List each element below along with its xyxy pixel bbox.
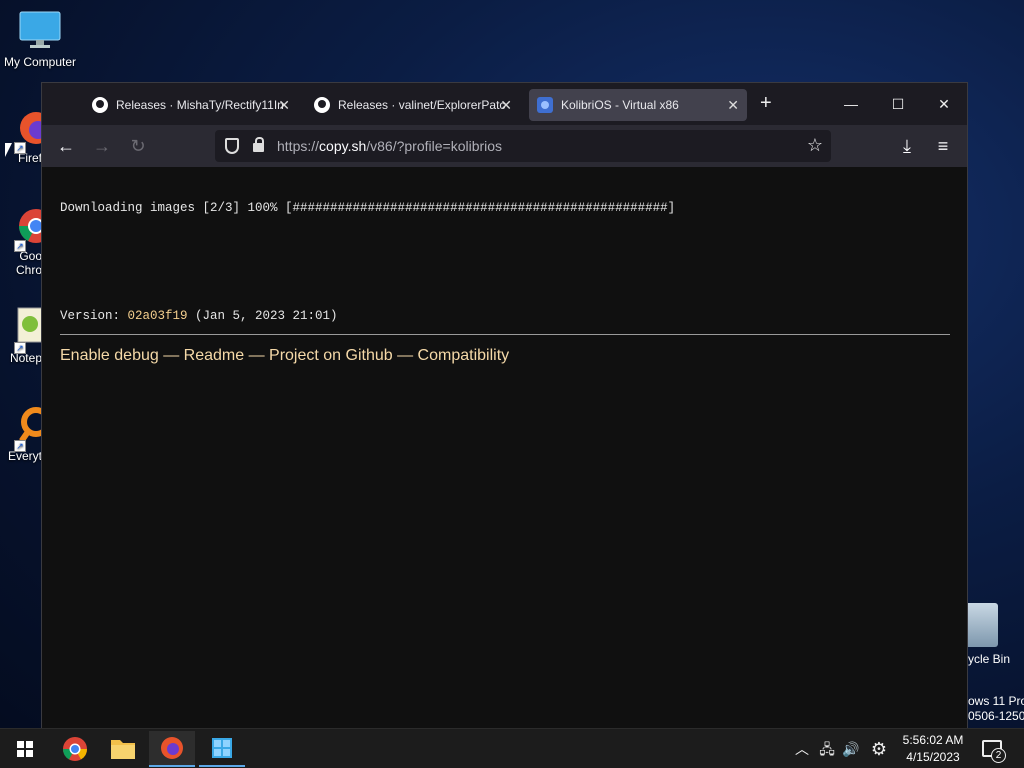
shortcut-arrow-icon: ↗: [14, 142, 26, 154]
close-tab-icon[interactable]: ✕: [278, 98, 290, 112]
browser-window: Releases · MishaTy/Rectify11Installer ✕ …: [41, 82, 968, 729]
desktop-icon-label: Goo Chro: [15, 249, 42, 277]
tracking-protection-shield-icon[interactable]: [225, 138, 239, 154]
version-date: (Jan 5, 2023 21:01): [187, 309, 338, 323]
back-button[interactable]: ←: [54, 134, 78, 158]
navigation-toolbar: ← → ↻ https://copy.sh/v86/?profile=kolib…: [42, 125, 967, 167]
url-domain: copy.sh: [319, 138, 367, 154]
close-tab-icon[interactable]: ✕: [500, 98, 512, 112]
desktop-icon-label: My Computer: [3, 55, 77, 69]
mouse-cursor: [5, 143, 12, 157]
github-icon: [92, 97, 108, 113]
chrome-icon: [19, 209, 53, 243]
shortcut-arrow-icon: ↗: [14, 240, 26, 252]
folder-icon: [111, 740, 135, 759]
windows-watermark: ows 11 Pro 0506-1250: [968, 694, 1024, 724]
desktop-icon-everything[interactable]: ↗ Everyt: [0, 404, 51, 463]
firefox-icon: [20, 112, 52, 144]
version-label: Version:: [60, 309, 128, 323]
tab-title: Releases · valinet/ExplorerPatcher: [338, 98, 506, 112]
page-content: Downloading images [2/3] 100% [#########…: [42, 167, 967, 729]
url-text[interactable]: https://copy.sh/v86/?profile=kolibrios: [277, 138, 502, 154]
readme-link[interactable]: Readme: [184, 347, 244, 364]
new-tab-button[interactable]: +: [760, 93, 772, 113]
divider: [60, 334, 950, 335]
computer-icon: [19, 11, 61, 48]
footer-links: Enable debug — Readme — Project on Githu…: [60, 347, 509, 365]
lock-icon[interactable]: [253, 137, 264, 152]
notification-count-badge: 2: [991, 748, 1006, 763]
everything-search-icon: [19, 407, 51, 443]
version-hash-link[interactable]: 02a03f19: [128, 309, 188, 323]
desktop-icon-my-computer[interactable]: My Computer: [0, 10, 80, 69]
windows-logo-icon: [17, 741, 33, 757]
reload-button[interactable]: ↻: [126, 134, 150, 158]
link-separator: —: [158, 347, 184, 364]
downloads-button[interactable]: ⤓: [895, 134, 919, 158]
shortcut-arrow-icon: ↗: [14, 440, 26, 452]
clock-date: 4/15/2023: [906, 750, 960, 764]
tab-explorerpatcher[interactable]: Releases · valinet/ExplorerPatcher ✕: [306, 89, 520, 121]
minimize-button[interactable]: —: [831, 91, 871, 117]
tab-title: Releases · MishaTy/Rectify11Installer: [116, 98, 284, 112]
start-button[interactable]: [2, 731, 48, 767]
taskbar: ︿ 🖧 🔊 ⚙ 5:56:02 AM 4/15/2023 2: [0, 728, 1024, 768]
compatibility-link[interactable]: Compatibility: [418, 347, 510, 364]
clock-time: 5:56:02 AM: [902, 733, 964, 747]
watermark-line: ows 11 Pro: [968, 694, 1024, 708]
close-window-button[interactable]: ✕: [924, 91, 964, 117]
chrome-icon: [63, 737, 87, 761]
url-prefix: https://: [277, 138, 320, 154]
forward-button[interactable]: →: [90, 134, 114, 158]
network-icon[interactable]: 🖧: [817, 729, 837, 768]
taskbar-app[interactable]: [199, 731, 245, 767]
link-separator: —: [244, 347, 270, 364]
watermark-line: 0506-1250: [968, 709, 1024, 723]
tab-kolibrios[interactable]: KolibriOS - Virtual x86 ✕: [529, 89, 747, 121]
taskbar-clock[interactable]: 5:56:02 AM 4/15/2023: [900, 732, 966, 766]
desktop-icon-notepad[interactable]: ↗ Notep: [0, 306, 43, 365]
taskbar-chrome[interactable]: [52, 731, 98, 767]
url-path: /v86/?profile=kolibrios: [366, 138, 503, 154]
recycle-bin-label: ycle Bin: [968, 652, 1011, 666]
tab-title: KolibriOS - Virtual x86: [561, 98, 679, 112]
tab-strip: Releases · MishaTy/Rectify11Installer ✕ …: [42, 83, 967, 125]
maximize-button[interactable]: ☐: [878, 91, 918, 117]
app-window-icon: [212, 738, 232, 758]
github-project-link[interactable]: Project on Github: [269, 347, 393, 364]
close-tab-icon[interactable]: ✕: [727, 98, 739, 112]
version-line: Version: 02a03f19 (Jan 5, 2023 21:01): [60, 309, 338, 323]
show-hidden-icons-chevron-icon[interactable]: ︿: [793, 729, 811, 768]
taskbar-firefox[interactable]: [149, 731, 195, 767]
menu-button[interactable]: ≡: [931, 134, 955, 158]
firefox-icon: [161, 737, 183, 759]
link-separator: —: [392, 347, 418, 364]
v86-icon: [537, 97, 553, 113]
address-bar[interactable]: https://copy.sh/v86/?profile=kolibrios ☆: [215, 130, 831, 162]
bookmark-star-icon[interactable]: ☆: [807, 135, 823, 156]
github-icon: [314, 97, 330, 113]
desktop-icon-chrome[interactable]: ↗ Goo Chro: [0, 204, 53, 277]
settings-gear-icon[interactable]: ⚙: [868, 729, 890, 768]
notepad-icon: [17, 307, 43, 343]
volume-icon[interactable]: 🔊: [841, 729, 861, 768]
tab-rectify11[interactable]: Releases · MishaTy/Rectify11Installer ✕: [84, 89, 298, 121]
shortcut-arrow-icon: ↗: [14, 342, 26, 354]
taskbar-file-explorer[interactable]: [100, 731, 146, 767]
download-status: Downloading images [2/3] 100% [#########…: [60, 201, 676, 215]
enable-debug-link[interactable]: Enable debug: [60, 347, 159, 364]
